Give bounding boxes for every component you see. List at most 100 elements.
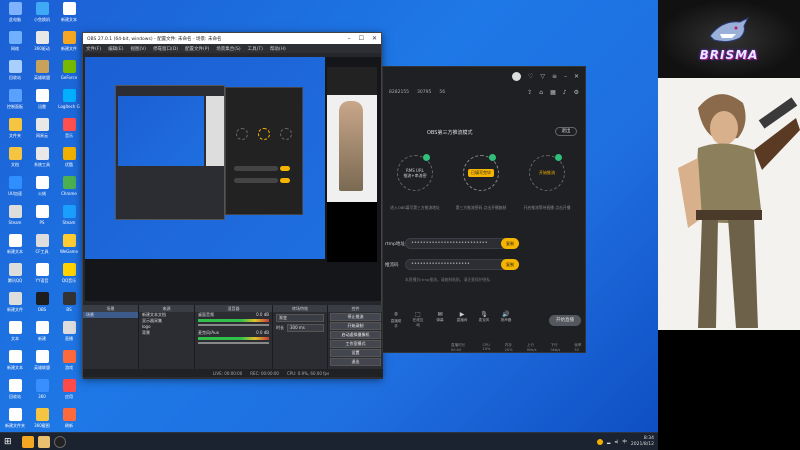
obs-window[interactable]: OBS 27.0.1 (64-bit, windows) - 配置文件: 未命名… <box>82 32 383 379</box>
menu-item[interactable]: 编辑(E) <box>108 46 123 52</box>
desktop-icon[interactable]: Steam <box>2 205 28 235</box>
volume-slider[interactable] <box>198 342 269 344</box>
menu-icon[interactable]: ≡ <box>552 73 557 80</box>
desktop-icon[interactable]: 新建文件 <box>56 31 82 61</box>
start-live-button[interactable]: 开始直播 <box>549 315 581 326</box>
notification-icon[interactable] <box>596 439 603 445</box>
close-icon[interactable]: ✕ <box>372 35 377 42</box>
menu-item[interactable]: 场景集合(S) <box>216 46 240 52</box>
file-explorer-icon[interactable] <box>22 436 34 448</box>
menu-item[interactable]: 帮助(H) <box>270 46 286 52</box>
desktop-icon[interactable]: 小鱼换机 <box>29 2 55 32</box>
desktop-icon[interactable]: GeForce <box>56 60 82 90</box>
source-item[interactable]: 背景 <box>139 330 194 336</box>
gear-icon[interactable]: ⚙ <box>574 89 579 96</box>
desktop-icon[interactable]: BS <box>56 292 82 322</box>
desktop-icon[interactable]: YY语音 <box>29 263 55 293</box>
close-icon[interactable]: ✕ <box>574 73 579 80</box>
exit-button[interactable]: 退出 <box>330 358 381 366</box>
desktop-icon[interactable]: QQ音乐 <box>56 263 82 293</box>
windows-start-icon[interactable]: ⊞ <box>4 436 16 448</box>
copy-rtmp-button[interactable]: 复制 <box>501 238 519 249</box>
desktop-icon[interactable]: 优酷 <box>56 147 82 177</box>
desktop-icon[interactable]: 控制面板 <box>2 89 28 119</box>
calendar-icon[interactable]: ▦ <box>550 89 556 96</box>
desktop-icon[interactable]: 回收站 <box>2 60 28 90</box>
exit-mode-button[interactable]: 退出 <box>555 127 577 136</box>
desktop-icon[interactable]: 文档 <box>2 147 28 177</box>
desktop-icon[interactable]: 网易云 <box>29 118 55 148</box>
desktop-icon[interactable]: 火绒 <box>29 176 55 206</box>
desktop-icon[interactable]: 360截图 <box>29 408 55 432</box>
desktop-icon[interactable]: PS <box>29 205 55 235</box>
obs-taskbar-icon[interactable] <box>54 436 66 448</box>
volume-slider[interactable] <box>198 324 269 326</box>
obs-titlebar[interactable]: OBS 27.0.1 (64-bit, windows) - 配置文件: 未命名… <box>83 33 381 44</box>
desktop-icon[interactable]: Logitech G <box>56 89 82 119</box>
desktop-icon[interactable]: Steam <box>56 205 82 235</box>
desktop-icon[interactable]: 网络 <box>2 31 28 61</box>
desktop-icon[interactable]: 英雄联盟 <box>29 60 55 90</box>
start-recording-button[interactable]: 开始录制 <box>330 322 381 330</box>
shirt-icon[interactable]: ♡ <box>528 73 533 80</box>
desktop-icon[interactable]: 360 <box>29 379 55 409</box>
menu-item[interactable]: 停靠窗口(D) <box>153 46 178 52</box>
desktop-icon[interactable]: 新建文本 <box>2 350 28 380</box>
minimize-icon[interactable]: – <box>564 73 567 80</box>
filter-icon[interactable]: ▽ <box>540 73 545 80</box>
desktop-icon[interactable]: 文件夹 <box>2 118 28 148</box>
bell-icon[interactable]: ♪ <box>563 89 567 96</box>
tool-button[interactable]: 🎙 麦克风 <box>477 311 491 323</box>
scene-item[interactable]: 场景 <box>83 312 138 318</box>
avatar[interactable] <box>511 71 521 81</box>
duration-input[interactable]: 300 ms <box>287 324 324 332</box>
desktop-icon[interactable]: UU加速 <box>2 176 28 206</box>
virtual-camera-button[interactable]: 启动虚拟摄像机 <box>330 331 381 339</box>
desktop-icon[interactable]: CF工具 <box>29 234 55 264</box>
desktop-icon[interactable]: 此电脑 <box>2 2 28 32</box>
desktop-icon[interactable]: 游戏 <box>56 350 82 380</box>
share-icon[interactable]: ⇪ <box>527 89 532 96</box>
tool-button[interactable]: ⬚ 在线互动 <box>411 311 425 328</box>
desktop-icon[interactable]: 新建文件 <box>2 292 28 322</box>
folder-icon[interactable] <box>38 436 50 448</box>
maximize-icon[interactable]: ☐ <box>359 35 364 42</box>
desktop-icon[interactable]: 英雄联盟 <box>29 350 55 380</box>
desktop-icon[interactable]: Chrome <box>56 176 82 206</box>
studio-mode-button[interactable]: 工作室模式 <box>330 340 381 348</box>
menu-item[interactable]: 工具(T) <box>248 46 263 52</box>
minimize-icon[interactable]: – <box>348 35 351 42</box>
tool-button[interactable]: 🔊 扬声器 <box>499 311 513 323</box>
desktop-icon[interactable]: 回收站 <box>2 379 28 409</box>
desktop-icon[interactable]: 系统工具 <box>29 147 55 177</box>
ime-icon[interactable]: 中 <box>622 439 627 445</box>
network-icon[interactable]: ▂ <box>607 440 610 445</box>
desktop-icon[interactable]: 文本 <box>2 321 28 351</box>
desktop-icon[interactable]: 音乐 <box>56 118 82 148</box>
desktop-icon[interactable]: 腾讯QQ <box>2 263 28 293</box>
live-app-window[interactable]: ♡ ▽ ≡ – ✕ 8282155 30795 56 ⇪ ⌂ ▦ ♪ ⚙ OBS… <box>382 66 586 353</box>
clock[interactable]: 8:34 2021/8/12 <box>631 436 654 448</box>
transition-select[interactable]: 渐变 <box>276 314 324 322</box>
desktop-icon[interactable]: 新建文件夹 <box>2 408 28 432</box>
desktop-icon[interactable]: 迅雷 <box>29 89 55 119</box>
desktop-icon[interactable]: 直播 <box>56 321 82 351</box>
gift-icon[interactable]: ⌂ <box>539 89 543 96</box>
menu-item[interactable]: 配置文件(P) <box>185 46 209 52</box>
desktop-icon[interactable]: OBS <box>29 292 55 322</box>
tool-button[interactable]: ▶ 直播间 <box>455 311 469 323</box>
tool-button[interactable]: ⌾ 直播助手 <box>389 311 403 329</box>
desktop-icon[interactable]: 应用 <box>56 379 82 409</box>
desktop-icon[interactable]: 新建文本 <box>2 234 28 264</box>
menu-item[interactable]: 视图(V) <box>130 46 146 52</box>
settings-button[interactable]: 设置 <box>330 349 381 357</box>
volume-icon[interactable]: ◂) <box>614 440 618 445</box>
desktop-icon[interactable]: 新建文本 <box>56 2 82 32</box>
stop-stream-button[interactable]: 停止推流 <box>330 313 381 321</box>
desktop-icon[interactable]: 刷新 <box>56 408 82 432</box>
menu-item[interactable]: 文件(F) <box>86 46 101 52</box>
tool-button[interactable]: ✉ 弹幕 <box>433 311 447 323</box>
desktop-icon[interactable]: 新建 <box>29 321 55 351</box>
obs-preview[interactable] <box>85 57 381 301</box>
desktop-icon[interactable]: WeGame <box>56 234 82 264</box>
